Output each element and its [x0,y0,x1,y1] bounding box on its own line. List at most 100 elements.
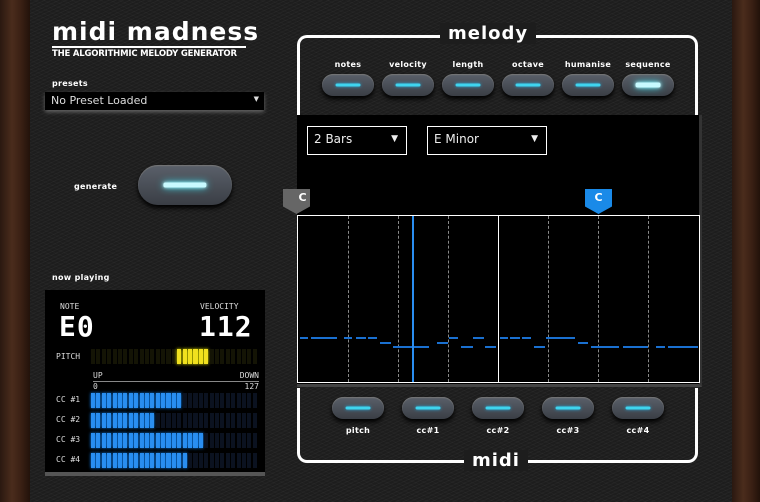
midi-button-pitch[interactable] [332,397,384,419]
pitch-segment [107,349,112,364]
pitch-segment [182,349,187,364]
pitch-segment [161,349,166,364]
cc-meter-1 [91,393,257,408]
melody-button-humanise[interactable] [562,74,614,96]
piano-roll[interactable] [297,215,700,383]
note[interactable] [404,346,429,348]
cc-segment [117,393,123,408]
cc-meter-3 [91,433,257,448]
cc-segment [177,413,182,428]
cc-segment [204,433,209,448]
cc-segment [193,433,198,448]
cc-segment [123,413,128,428]
note[interactable] [299,337,308,339]
cc-segment [225,453,230,468]
pitch-label: PITCH [56,352,81,361]
pitch-segment [166,349,171,364]
cc-segment [134,393,139,408]
cc-segment [214,433,220,448]
led-icon [485,406,511,410]
cc-segment [214,393,220,408]
cc-segment [209,393,214,408]
note[interactable] [534,346,545,348]
note[interactable] [343,337,352,339]
melody-button-octave[interactable] [502,74,554,96]
cc-segment [241,413,247,428]
preset-dropdown[interactable]: No Preset Loaded ▼ [45,92,264,110]
cc-segment [112,413,117,428]
cc-segment [134,453,139,468]
cc-segment [188,413,193,428]
pitch-segment [231,349,236,364]
cc-segment [161,393,166,408]
note[interactable] [623,346,648,348]
pitch-segment [220,349,225,364]
midi-label-2: cc#2 [486,426,510,435]
midi-label-0: pitch [345,426,371,435]
note[interactable] [380,342,391,344]
cc-segment [177,393,182,408]
midi-button-cc#2[interactable] [472,397,524,419]
note[interactable] [667,346,698,348]
midi-label-4: cc#4 [626,426,650,435]
note[interactable] [510,337,520,339]
cc-segment [155,433,160,448]
midi-button-cc#4[interactable] [612,397,664,419]
pitch-segment [209,349,214,364]
pitch-segment [236,349,241,364]
melody-button-sequence[interactable] [622,74,674,96]
led-icon [575,83,601,87]
cc-meter-2 [91,413,257,428]
note[interactable] [590,346,619,348]
note[interactable] [521,337,531,339]
scale-dropdown[interactable]: E Minor ▼ [427,126,547,155]
cc-segment [193,393,198,408]
pitch-segment [247,349,252,364]
cc-segment [134,433,139,448]
cc-segment [144,433,149,448]
note[interactable] [392,346,404,348]
melody-button-length[interactable] [442,74,494,96]
cc-segment [101,393,106,408]
note[interactable] [448,337,458,339]
note[interactable] [655,346,665,348]
note[interactable] [473,337,484,339]
up-label: UP [93,371,103,380]
note[interactable] [461,346,473,348]
cc-segment [204,453,209,468]
cc-segment [177,453,182,468]
generate-button[interactable] [138,165,232,205]
loop-marker[interactable]: C [585,189,612,214]
bars-dropdown[interactable]: 2 Bars ▼ [307,126,407,155]
wood-side-left [0,0,30,502]
cc-segment [107,433,112,448]
bars-value: 2 Bars [314,132,353,146]
pitch-segment [225,349,230,364]
cc-label-1: CC #1 [56,395,81,404]
cc-segment [123,433,128,448]
note[interactable] [311,337,337,339]
pitch-segment [188,349,193,364]
cc-segment [193,413,198,428]
note[interactable] [578,342,588,344]
midi-button-cc#1[interactable] [402,397,454,419]
cc-segment [139,453,144,468]
note[interactable] [485,346,496,348]
melody-button-notes[interactable] [322,74,374,96]
note[interactable] [545,337,575,339]
midi-button-cc#3[interactable] [542,397,594,419]
cc-label-3: CC #3 [56,435,81,444]
beat-line [598,216,599,382]
pitch-segment [112,349,117,364]
note[interactable] [500,337,508,339]
cc-segment [123,393,128,408]
melody-title: melody [440,23,537,44]
melody-button-velocity[interactable] [382,74,434,96]
cc-segment [236,433,241,448]
note[interactable] [356,337,366,339]
note[interactable] [436,342,448,344]
pitch-segment [241,349,247,364]
note[interactable] [367,337,377,339]
pitch-segment [128,349,133,364]
cc-segment [166,413,171,428]
